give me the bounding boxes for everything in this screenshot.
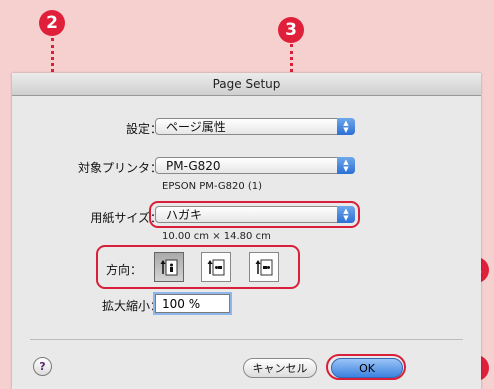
orientation-landscape-button[interactable] (201, 252, 231, 282)
printer-popup[interactable]: PM-G820 ▲ ▼ (155, 157, 355, 174)
help-button[interactable]: ? (33, 357, 52, 376)
paper-size-highlight (149, 201, 360, 228)
callout-2: 2 (39, 10, 65, 36)
dialog-title: Page Setup (12, 73, 481, 96)
orientation-landscape-reverse-button[interactable] (249, 252, 279, 282)
cancel-button[interactable]: キャンセル (243, 358, 317, 378)
callout-3: 3 (278, 17, 304, 43)
paper-size-dimensions: 10.00 cm × 14.80 cm (162, 231, 271, 242)
scale-input[interactable]: 100 % (155, 294, 230, 313)
page-setup-dialog: Page Setup 設定： ページ属性 ▲ ▼ 対象プリンタ： PM-G820 … (12, 73, 481, 389)
printer-subtitle: EPSON PM-G820 (1) (162, 181, 263, 192)
settings-label: 設定： (125, 122, 162, 136)
landscape-icon (207, 259, 225, 276)
scale-label: 拡大縮小： (101, 299, 162, 313)
printer-value: PM-G820 (166, 158, 221, 173)
settings-popup[interactable]: ページ属性 ▲ ▼ (155, 118, 355, 135)
landscape-reverse-icon (255, 259, 273, 276)
callout-2-line (51, 38, 54, 78)
printer-label: 対象プリンタ： (77, 161, 162, 175)
orientation-label: 方向： (106, 263, 143, 277)
popup-arrows-icon: ▲ ▼ (337, 157, 355, 174)
paper-size-label: 用紙サイズ： (90, 211, 162, 225)
popup-arrows-icon: ▲ ▼ (337, 118, 355, 135)
settings-value: ページ属性 (166, 120, 226, 134)
orientation-portrait-button[interactable] (154, 252, 184, 282)
portrait-icon (160, 259, 178, 276)
divider (30, 339, 463, 340)
ok-highlight (326, 354, 406, 380)
